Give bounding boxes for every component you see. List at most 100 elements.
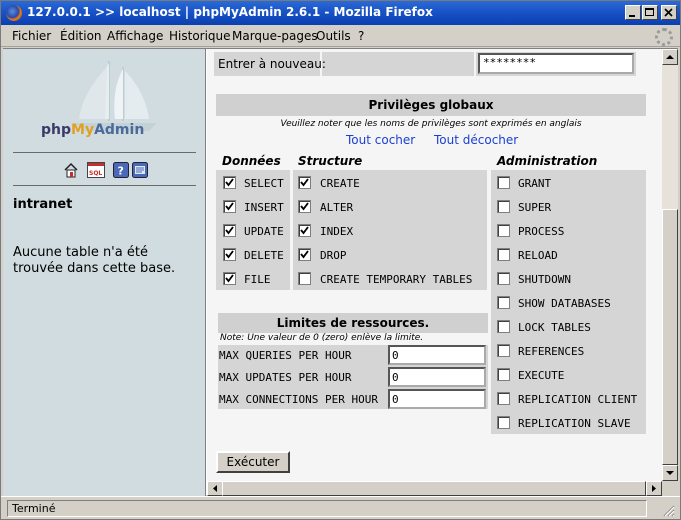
menu-affichage[interactable]: Affichage: [107, 29, 163, 43]
home-icon[interactable]: [63, 162, 79, 178]
priv-label-process: PROCESS: [518, 225, 565, 238]
checkbox-super[interactable]: [497, 200, 510, 213]
arrow-right-icon: [652, 485, 656, 492]
checkbox-lock-tables[interactable]: [497, 320, 510, 333]
priv-label-insert: INSERT: [244, 201, 284, 214]
priv-label-select: SELECT: [244, 177, 284, 190]
uncheck-all-link[interactable]: Tout décocher: [434, 133, 518, 147]
close-button[interactable]: [661, 5, 677, 20]
checkmark-icon: [300, 226, 309, 235]
execute-button[interactable]: Exécuter: [216, 451, 290, 473]
checkbox-update[interactable]: [223, 224, 236, 237]
minimize-icon: [629, 15, 635, 17]
priv-label-reload: RELOAD: [518, 249, 558, 262]
menu-outils[interactable]: Outils: [316, 29, 351, 43]
empty-cell: [322, 52, 474, 76]
menu-fichier[interactable]: Fichier: [12, 29, 51, 43]
checkbox-index[interactable]: [298, 224, 311, 237]
priv-label-create-temporary-tables: CREATE TEMPORARY TABLES: [320, 273, 473, 286]
limit-label-max-updates: MAX UPDATES PER HOUR: [219, 371, 352, 384]
title-bar[interactable]: 127.0.0.1 >> localhost | phpMyAdmin 2.6.…: [1, 1, 680, 25]
throbber-icon: [655, 28, 673, 46]
help-icon[interactable]: ?: [113, 162, 129, 178]
checkbox-references[interactable]: [497, 344, 510, 357]
checkbox-reload[interactable]: [497, 248, 510, 261]
checkbox-create-temporary-tables[interactable]: [298, 272, 311, 285]
checkbox-create[interactable]: [298, 176, 311, 189]
database-name-link[interactable]: intranet: [13, 197, 72, 212]
password-confirm-input[interactable]: ********: [478, 53, 634, 74]
checkbox-replication-client[interactable]: [497, 392, 510, 405]
docs-icon[interactable]: [132, 162, 148, 178]
checkmark-icon: [225, 178, 234, 187]
vertical-scroll-thumb[interactable]: [662, 209, 678, 465]
priv-label-lock-tables: LOCK TABLES: [518, 321, 591, 334]
scroll-right-button[interactable]: [646, 481, 662, 496]
checkbox-delete[interactable]: [223, 248, 236, 261]
checkbox-replication-slave[interactable]: [497, 416, 510, 429]
scrollbar-corner: [662, 481, 678, 496]
checkbox-alter[interactable]: [298, 200, 311, 213]
svg-text:?: ?: [118, 165, 124, 178]
menu-edition[interactable]: Édition: [60, 29, 102, 43]
arrow-down-icon: [666, 471, 674, 475]
menu-help[interactable]: ?: [358, 29, 364, 43]
priv-label-create: CREATE: [320, 177, 360, 190]
divider: [13, 185, 196, 186]
checkbox-insert[interactable]: [223, 200, 236, 213]
main-content-frame: Entrer à nouveau: ******** Privilèges gl…: [207, 49, 662, 481]
checkbox-grant[interactable]: [497, 176, 510, 189]
phpmyadmin-logo-text: phpMyAdmin: [41, 122, 145, 138]
limits-note: Note: Une valeur de 0 (zero) enlève la l…: [220, 333, 424, 343]
priv-label-execute: EXECUTE: [518, 369, 565, 382]
close-icon: [664, 8, 673, 17]
max-queries-input[interactable]: 0: [388, 345, 486, 365]
checkbox-process[interactable]: [497, 224, 510, 237]
checkbox-show-databases[interactable]: [497, 296, 510, 309]
max-updates-input[interactable]: 0: [388, 367, 486, 387]
resize-grip-icon[interactable]: [661, 503, 675, 517]
no-table-message: Aucune table n'a été trouvée dans cette …: [13, 245, 176, 276]
priv-label-file: FILE: [244, 273, 271, 286]
sql-icon[interactable]: SQL: [87, 162, 105, 178]
left-navigation-frame: phpMyAdmin SQL ? intranet Aucune table n…: [3, 49, 206, 496]
checkbox-file[interactable]: [223, 272, 236, 285]
window-title: 127.0.0.1 >> localhost | phpMyAdmin 2.6.…: [27, 5, 433, 19]
horizontal-scrollbar[interactable]: [207, 481, 662, 496]
status-text: Terminé: [7, 500, 647, 517]
scroll-up-button[interactable]: [662, 49, 678, 65]
checkmark-icon: [300, 178, 309, 187]
check-all-link[interactable]: Tout cocher: [346, 133, 415, 147]
group-header-administration: Administration: [497, 154, 598, 168]
checkbox-drop[interactable]: [298, 248, 311, 261]
browser-window: 127.0.0.1 >> localhost | phpMyAdmin 2.6.…: [0, 0, 681, 520]
max-connections-input[interactable]: 0: [388, 389, 486, 409]
maximize-button[interactable]: [642, 5, 658, 20]
menu-marque-pages[interactable]: Marque-pages: [232, 29, 318, 43]
priv-label-show-databases: SHOW DATABASES: [518, 297, 611, 310]
arrow-left-icon: [213, 485, 217, 492]
horizontal-scroll-thumb[interactable]: [222, 481, 646, 496]
menu-historique[interactable]: Historique: [169, 29, 231, 43]
limit-label-max-connections: MAX CONNECTIONS PER HOUR: [219, 393, 378, 406]
privileges-note: Veuillez noter que les noms de privilège…: [280, 119, 582, 129]
limit-label-max-queries: MAX QUERIES PER HOUR: [219, 349, 352, 362]
priv-label-shutdown: SHUTDOWN: [518, 273, 571, 286]
scroll-left-button[interactable]: [207, 481, 223, 496]
divider: [13, 152, 196, 153]
priv-label-drop: DROP: [320, 249, 347, 262]
scroll-down-button[interactable]: [662, 465, 678, 481]
checkbox-select[interactable]: [223, 176, 236, 189]
checkmark-icon: [225, 274, 234, 283]
checkmark-icon: [225, 250, 234, 259]
checkmark-icon: [300, 250, 309, 259]
minimize-button[interactable]: [625, 5, 641, 20]
checkbox-execute[interactable]: [497, 368, 510, 381]
checkbox-shutdown[interactable]: [497, 272, 510, 285]
content-area: phpMyAdmin SQL ? intranet Aucune table n…: [3, 48, 678, 496]
svg-text:SQL: SQL: [89, 170, 102, 177]
password-reenter-label: Entrer à nouveau:: [218, 57, 326, 71]
priv-label-index: INDEX: [320, 225, 354, 238]
firefox-icon: [6, 5, 22, 21]
vertical-scrollbar[interactable]: [662, 49, 678, 481]
